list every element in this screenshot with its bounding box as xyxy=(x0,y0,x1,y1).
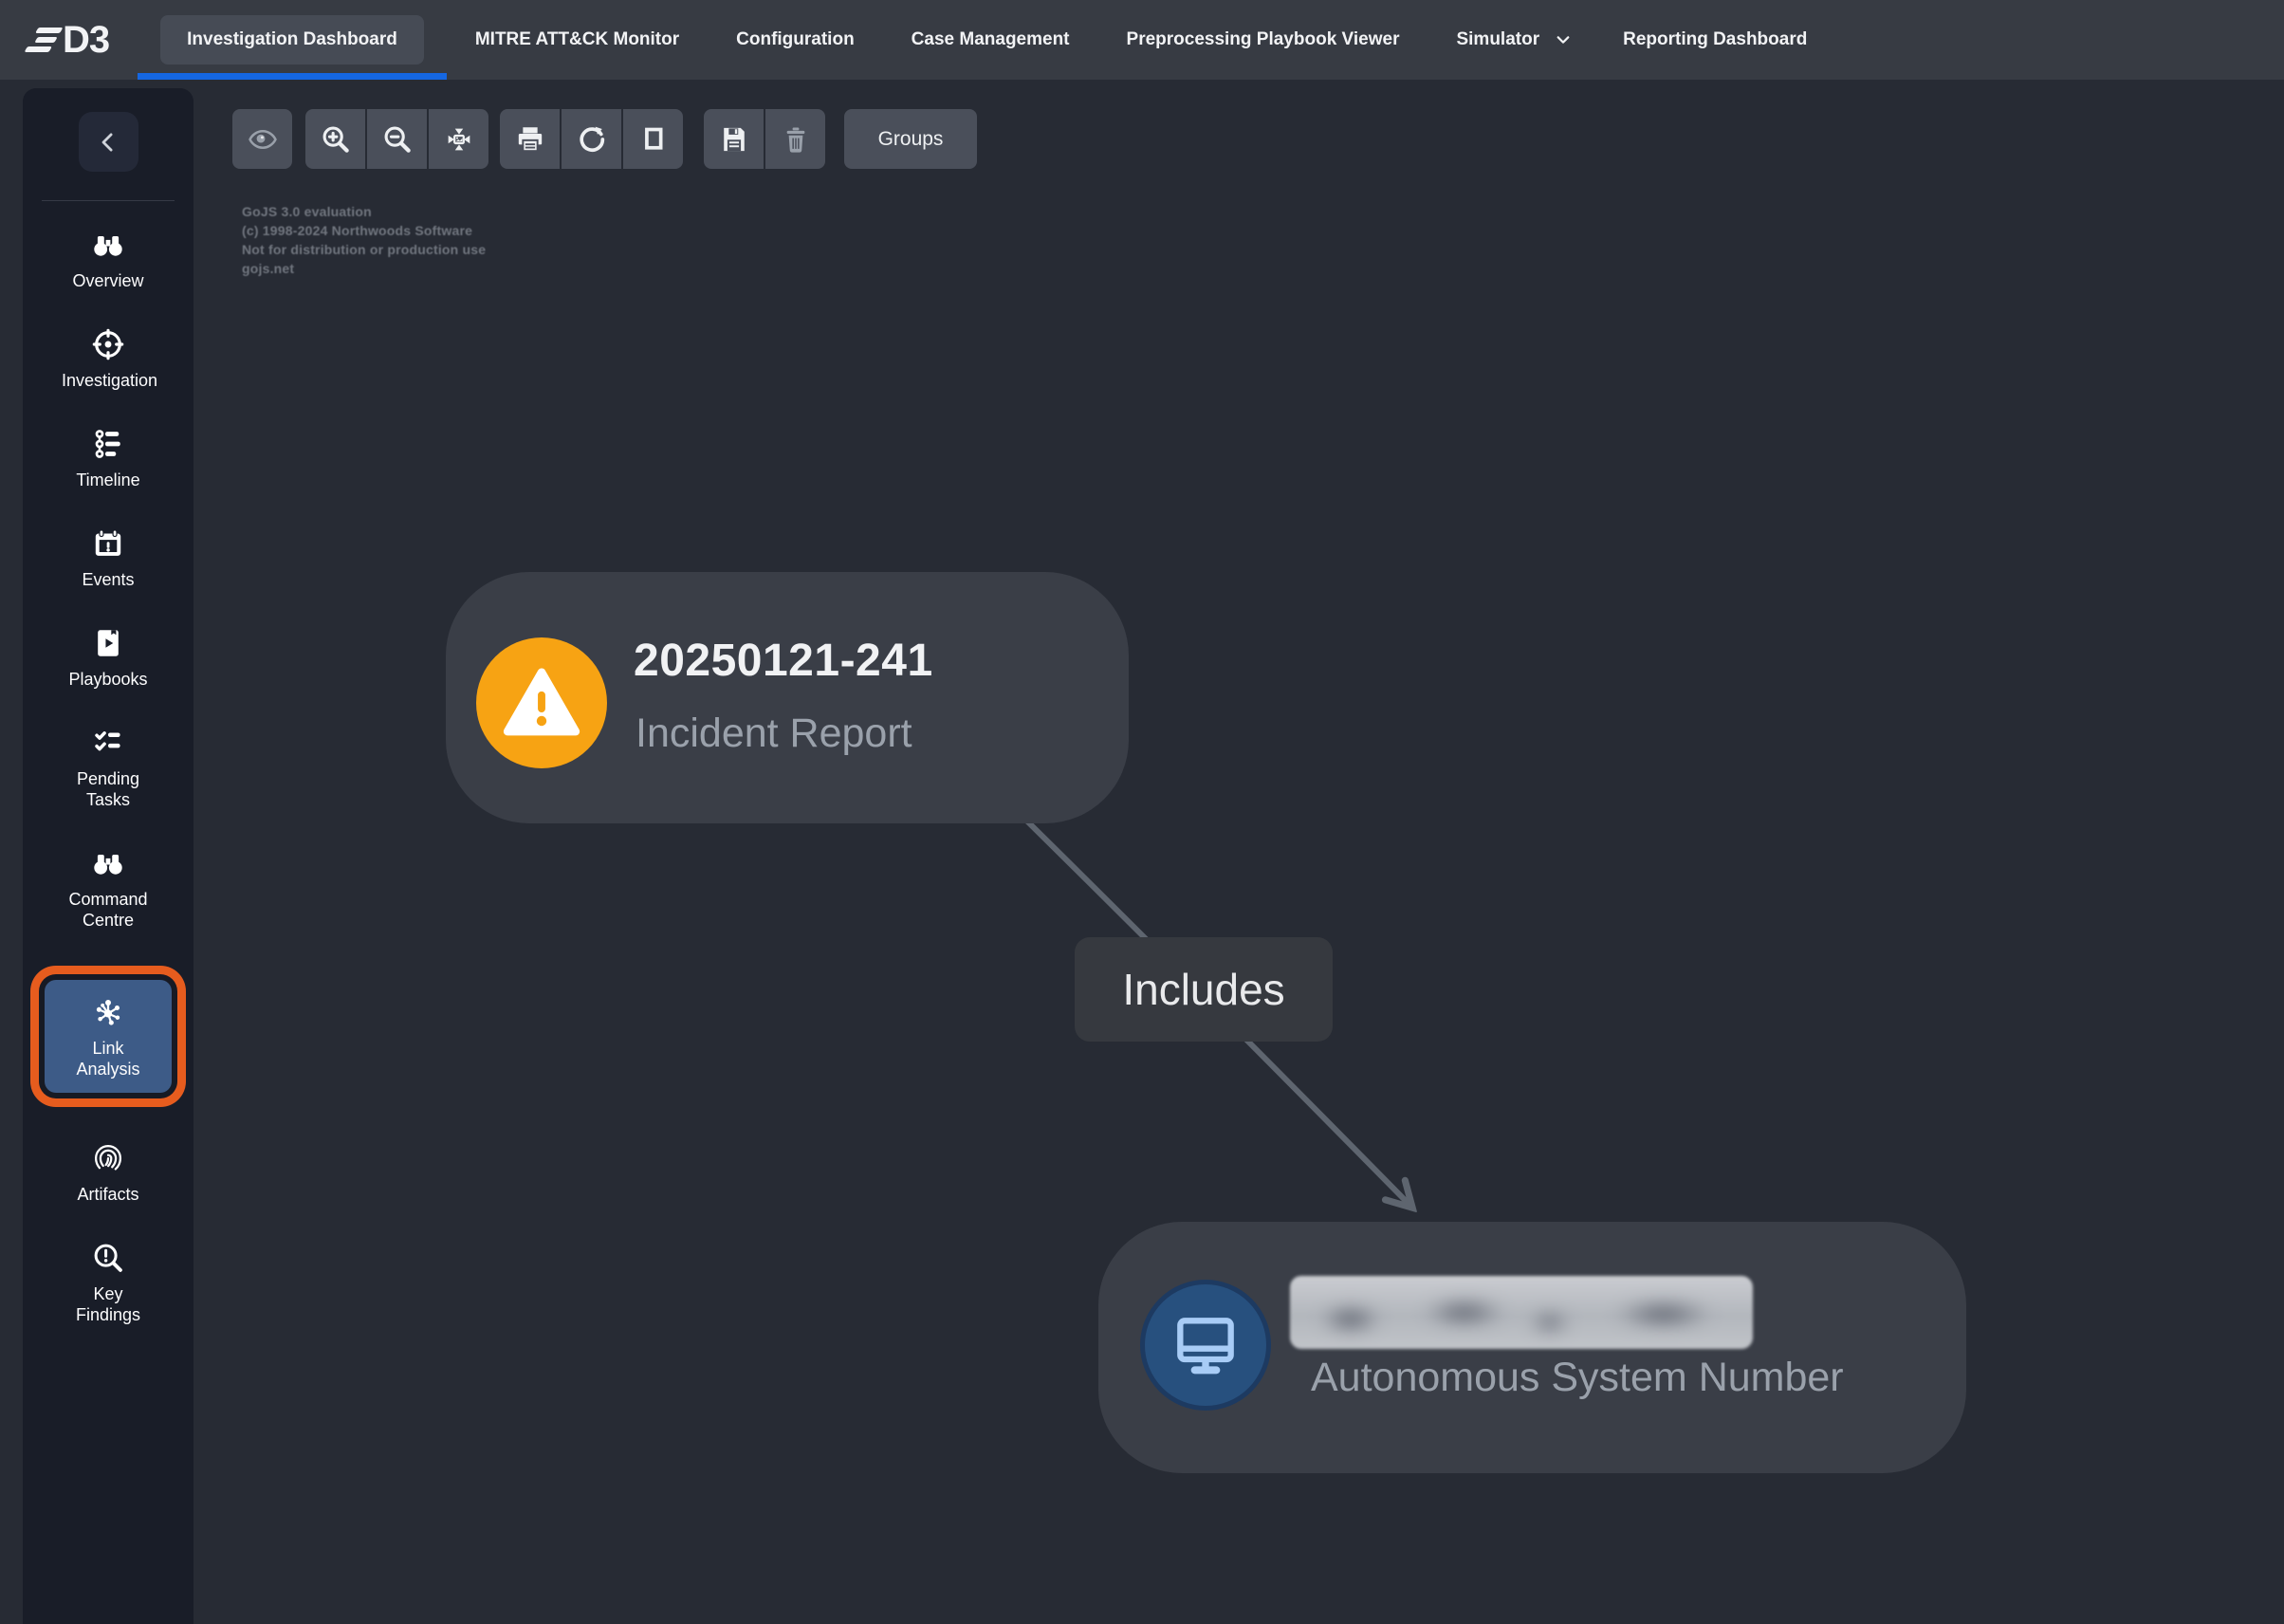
sidebar-item-investigation[interactable]: Investigation xyxy=(23,327,193,392)
tab-preprocessing-playbook-viewer[interactable]: Preprocessing Playbook Viewer xyxy=(1098,0,1428,80)
warning-badge xyxy=(476,637,607,768)
sidebar-item-link-analysis[interactable]: Link Analysis xyxy=(23,967,193,1107)
chevron-down-icon xyxy=(1555,31,1572,48)
sidebar-divider xyxy=(42,200,175,201)
tab-reporting-dashboard[interactable]: Reporting Dashboard xyxy=(1594,0,1835,80)
d3-logo-text: D3 xyxy=(63,19,109,62)
sidebar-collapse-button[interactable] xyxy=(79,112,138,172)
sidebar-item-pending-tasks[interactable]: Pending Tasks xyxy=(23,726,193,811)
top-nav-bar: D3 Investigation Dashboard MITRE ATT&CK … xyxy=(0,0,2284,80)
sidebar-item-playbooks[interactable]: Playbooks xyxy=(23,626,193,691)
timeline-icon xyxy=(91,427,125,461)
tab-investigation-dashboard[interactable]: Investigation Dashboard xyxy=(138,0,447,80)
checklist-icon xyxy=(91,726,125,760)
node-incident-report[interactable]: 20250121-241 Incident Report xyxy=(446,572,1129,823)
node-autonomous-system-number[interactable]: Autonomous System Number xyxy=(1098,1222,1966,1473)
d3-logo: D3 xyxy=(31,0,109,80)
binoculars-icon xyxy=(91,846,125,880)
asn-type-label: Autonomous System Number xyxy=(1311,1355,1844,1401)
asn-name-redacted-blur xyxy=(1290,1276,1753,1349)
playbook-icon xyxy=(91,626,125,660)
sidebar-item-events[interactable]: Events xyxy=(23,526,193,591)
binoculars-icon xyxy=(91,228,125,262)
sidebar-item-overview[interactable]: Overview xyxy=(23,228,193,292)
sidebar-item-command-centre[interactable]: Command Centre xyxy=(23,846,193,932)
edge-label-includes: Includes xyxy=(1075,937,1333,1042)
network-graph-icon xyxy=(91,995,125,1029)
gojs-watermark: GoJS 3.0 evaluation (c) 1998-2024 Northw… xyxy=(242,202,486,278)
sidebar-item-artifacts[interactable]: Artifacts xyxy=(23,1141,193,1206)
tab-mitre-attck-monitor[interactable]: MITRE ATT&CK Monitor xyxy=(447,0,708,80)
sidebar-item-key-findings[interactable]: Key Findings xyxy=(23,1241,193,1326)
warning-triangle-icon xyxy=(501,662,582,744)
fingerprint-icon xyxy=(91,1141,125,1175)
left-sidebar: Overview Investigation Timeline Events P… xyxy=(23,88,193,1624)
sidebar-item-timeline[interactable]: Timeline xyxy=(23,427,193,491)
sidebar-menu: Overview Investigation Timeline Events P… xyxy=(23,228,193,1326)
d3-logo-bars-icon xyxy=(24,28,63,52)
tab-simulator[interactable]: Simulator xyxy=(1428,0,1594,80)
target-icon xyxy=(91,327,125,361)
search-alert-icon xyxy=(91,1241,125,1275)
primary-nav: Investigation Dashboard MITRE ATT&CK Mon… xyxy=(138,0,1835,80)
tab-configuration[interactable]: Configuration xyxy=(708,0,883,80)
active-tab-underline xyxy=(138,73,447,80)
asn-badge xyxy=(1140,1280,1271,1411)
incident-type-label: Incident Report xyxy=(635,710,912,757)
monitor-icon xyxy=(1168,1307,1243,1383)
calendar-alert-icon xyxy=(91,526,125,561)
link-analysis-selected-box: Link Analysis xyxy=(45,980,172,1094)
tab-case-management[interactable]: Case Management xyxy=(883,0,1098,80)
incident-id: 20250121-241 xyxy=(634,635,933,687)
chevron-left-icon xyxy=(94,128,122,157)
